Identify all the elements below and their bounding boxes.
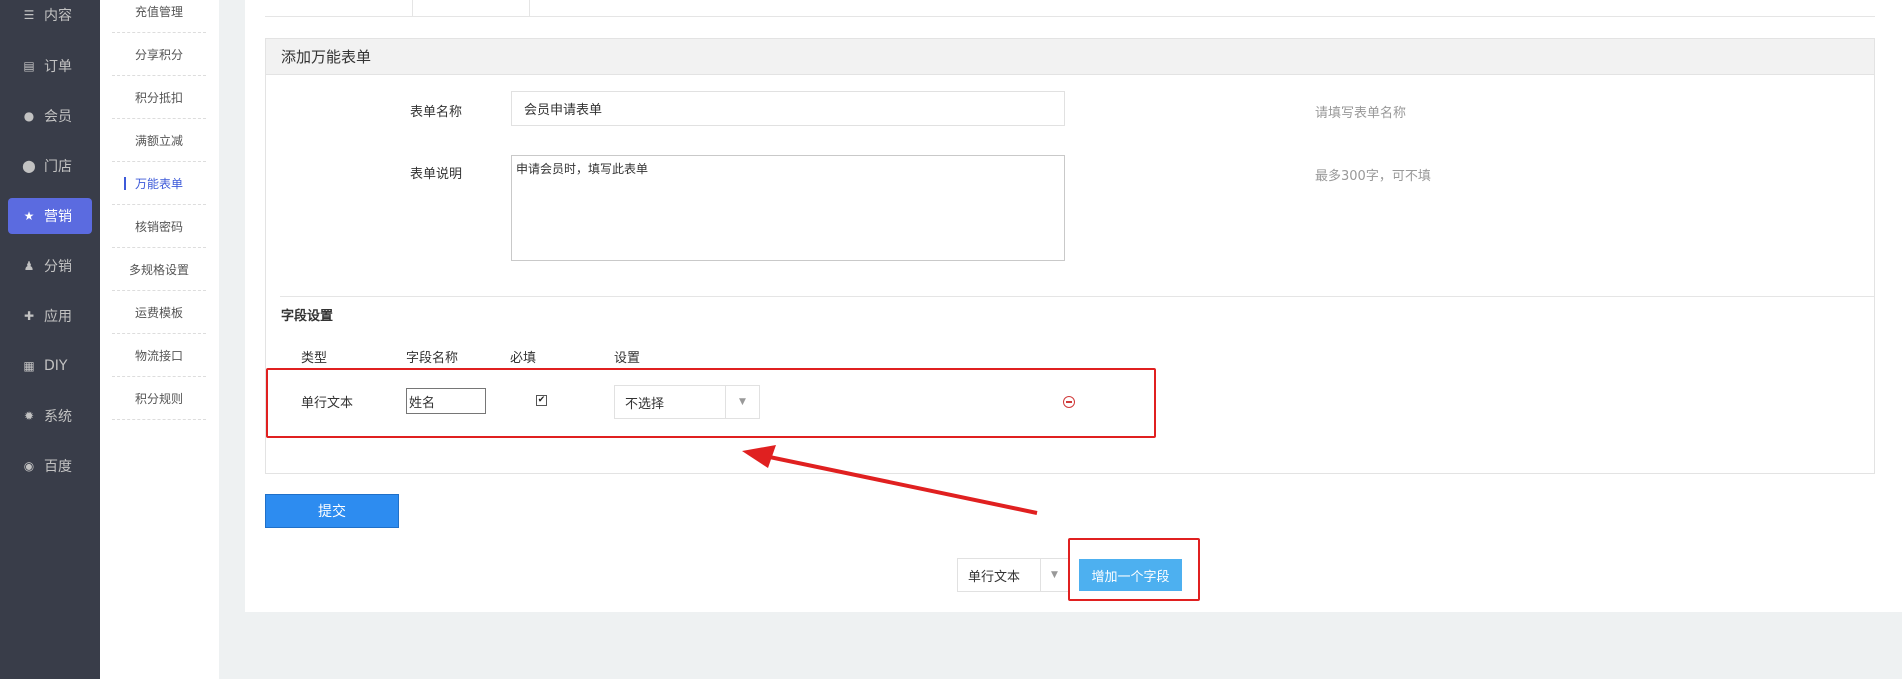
annotation-arrow [742, 445, 1038, 515]
